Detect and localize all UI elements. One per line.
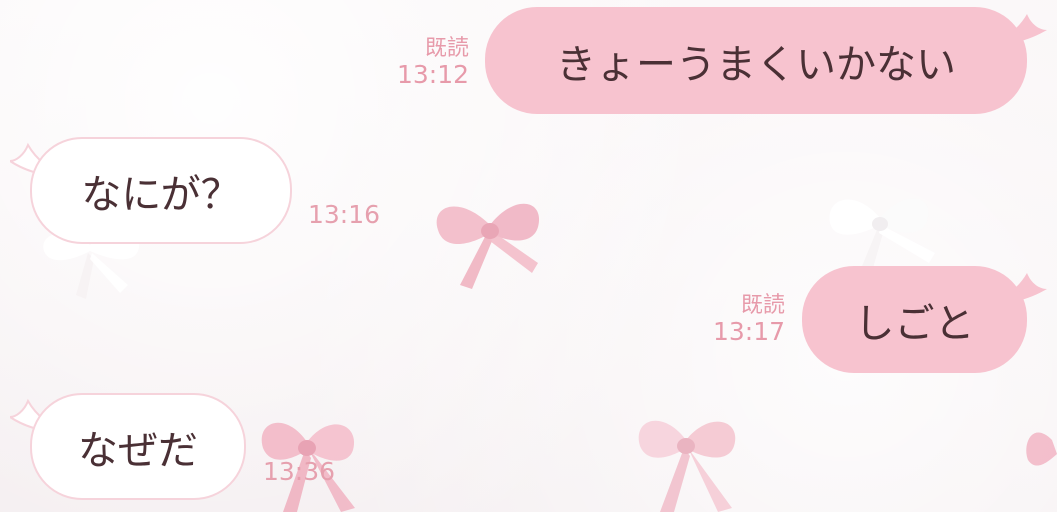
message-time: 13:16 (308, 200, 381, 229)
sent-message-bubble[interactable]: しごと (802, 266, 1027, 373)
message-text: なにが？ (81, 171, 241, 218)
message-meta: 既読 13:17 (713, 293, 785, 347)
received-message-bubble[interactable]: なにが？ (30, 137, 292, 244)
sent-message-bubble[interactable]: きょーうまくいかない (485, 7, 1027, 114)
read-receipt: 既読 (424, 36, 469, 61)
read-receipt: 既読 (740, 293, 785, 318)
received-message-bubble[interactable]: なぜだ (30, 393, 246, 500)
message-text: なぜだ (78, 427, 198, 474)
message-time: 13:17 (712, 317, 785, 347)
message-text: きょーうまくいかない (556, 41, 956, 88)
message-time: 13:36 (263, 457, 336, 486)
message-time: 13:12 (396, 60, 469, 90)
message-meta: 既読 13:12 (397, 36, 469, 90)
message-text: しごと (854, 300, 975, 347)
